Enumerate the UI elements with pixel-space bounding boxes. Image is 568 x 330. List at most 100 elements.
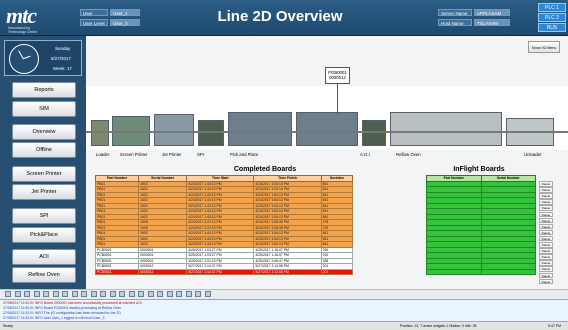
toolbar-icon[interactable]	[157, 291, 163, 297]
delete-button[interactable]: Delete	[539, 260, 553, 266]
server-name-label: Server Name	[438, 9, 472, 16]
toolbar-icon[interactable]	[5, 291, 11, 297]
nav-reflow-oven-button[interactable]: Reflow Oven	[12, 267, 76, 283]
delete-button[interactable]: Delete	[539, 223, 553, 230]
delete-button[interactable]: Delete	[539, 193, 553, 199]
toolbar-icon[interactable]	[100, 291, 106, 297]
delete-button[interactable]: Delete	[539, 229, 553, 236]
delete-button[interactable]: Delete	[539, 254, 553, 260]
log-row: 27/05/2017 11:52:01 INFO User User_1 log…	[3, 316, 105, 320]
delete-button[interactable]: Delete	[539, 278, 553, 285]
toolbar-icon[interactable]	[33, 291, 40, 297]
table-cell	[426, 268, 482, 275]
log-row: 27/05/2017 11:52:01 INFO Board PCB0001 s…	[3, 306, 122, 310]
status-bar: Ready Position: 12, 7 active widgets 1 H…	[0, 321, 568, 329]
nav-aoi-button[interactable]: AOI	[12, 249, 76, 265]
jet-printer-machine[interactable]	[154, 114, 194, 146]
toolbar-icon[interactable]	[185, 291, 192, 297]
machine-label-spi: SPI	[197, 152, 204, 157]
nav-reports-button[interactable]: Reports	[12, 82, 76, 98]
toolbar-icon[interactable]	[195, 291, 201, 297]
reflow-oven-machine[interactable]	[390, 112, 502, 146]
nav-sim-button[interactable]: SIM	[12, 101, 76, 117]
clock-icon	[9, 44, 39, 74]
loader-machine[interactable]	[91, 120, 109, 146]
host-name-label: Host Name	[438, 19, 472, 26]
toolbar-icon[interactable]	[176, 291, 182, 297]
toolbar-icon[interactable]	[71, 291, 78, 297]
nav-spi-button[interactable]: SPI	[12, 208, 76, 224]
pick-and-place-machine[interactable]	[228, 112, 292, 146]
machine-label-aoi: A.O.I	[360, 152, 370, 157]
toolbar-icon[interactable]	[24, 291, 30, 297]
callout-pointer	[337, 84, 338, 114]
show-io-menu-button[interactable]: Show I/O Menu	[528, 41, 560, 53]
machine-label-loader: Loader	[96, 152, 110, 157]
delete-button[interactable]: Delete	[539, 211, 553, 217]
table-cell	[480, 268, 536, 275]
conveyor-line	[86, 131, 568, 133]
clock-panel: Sunday 5/27/2017 Week: 17	[4, 40, 82, 76]
user-level-value: User_3	[110, 19, 140, 26]
page-title: Line 2D Overview	[217, 8, 343, 25]
nav-offline-button[interactable]: Offline	[12, 142, 76, 158]
inflight-boards-title: InFlight Boards	[453, 166, 505, 173]
table-row[interactable]: PCB0001 0000012 5/27/2017 2:10:37 PM 5/27/2…	[94, 268, 354, 275]
table-cell: 201	[320, 268, 354, 275]
machine-label-jet-printer: Jet Printer	[162, 152, 182, 157]
delete-button[interactable]: Delete	[539, 187, 553, 193]
machine-label-pick-and-place: Pick and Place	[230, 152, 259, 157]
toolbar-icon[interactable]	[166, 291, 173, 297]
toolbar-icon[interactable]	[14, 291, 21, 297]
table-cell: 5/27/2017 2:13:58 PM	[253, 268, 322, 275]
delete-button[interactable]: Delete	[539, 205, 553, 211]
bus-indicator: BUS	[538, 23, 566, 32]
toolbar-icon[interactable]	[90, 291, 97, 297]
toolbar-icon[interactable]	[109, 291, 116, 297]
table-cell: 5/27/2017 2:10:37 PM	[186, 268, 255, 275]
delete-button[interactable]: Delete	[539, 266, 553, 272]
host-name-value: TSLASAM	[474, 19, 510, 26]
log-row: 27/05/2017 11:52:01 INFO The I/O configu…	[3, 311, 121, 315]
toolbar-icon[interactable]	[43, 291, 49, 297]
user-name-label: User Name	[80, 9, 108, 23]
toolbar-icon[interactable]	[52, 291, 59, 297]
logo-subtitle: Manufacturing Technology Centre	[8, 26, 38, 34]
inflight-row[interactable]	[426, 268, 536, 275]
nav-pick-place-button[interactable]: Pick&Place	[12, 227, 76, 243]
user-name-value: User_1	[110, 9, 140, 16]
toolbar-icon[interactable]	[81, 291, 87, 297]
clock-date: 5/27/2017	[51, 56, 72, 61]
inflight-boards-table: Part Number Serial Number	[426, 175, 536, 275]
clock-day: Sunday	[55, 46, 71, 51]
board-callout: PGB0001 0000012	[325, 67, 350, 84]
nav-jet-printer-button[interactable]: Jet Printer	[12, 184, 76, 200]
toolbar-icon[interactable]	[119, 291, 125, 297]
spi-machine[interactable]	[198, 120, 224, 146]
toolbar-icon[interactable]	[62, 291, 68, 297]
aoi-machine[interactable]	[362, 120, 386, 146]
table-cell: 0000012	[138, 268, 188, 275]
server-name-value: APPLASAM	[474, 9, 510, 16]
delete-button[interactable]: Delete	[539, 217, 553, 224]
machine-label-unloader: Unloader	[524, 152, 542, 157]
delete-button[interactable]: Delete	[539, 272, 553, 278]
completed-boards-title: Completed Boards	[233, 166, 297, 173]
toolbar-icon[interactable]	[147, 291, 154, 297]
delete-button[interactable]: Delete	[539, 235, 553, 242]
toolbar-icon[interactable]	[128, 291, 135, 297]
plc-2-indicator: PLC 2	[538, 13, 566, 22]
machine-label-reflow-oven: Reflow Oven	[396, 152, 421, 157]
delete-button[interactable]: Delete	[539, 181, 553, 187]
delete-button[interactable]: Delete	[539, 248, 553, 254]
pick-and-place-2-machine[interactable]	[296, 112, 358, 146]
plc-1-indicator: PLC 1	[538, 3, 566, 12]
toolbar-icon[interactable]	[138, 291, 144, 297]
delete-button[interactable]: Delete	[539, 199, 553, 205]
toolbar-icon[interactable]	[204, 291, 211, 297]
nav-overview-button[interactable]: Overview	[12, 124, 76, 140]
nav-screen-printer-button[interactable]: Screen Printer	[12, 166, 76, 182]
user-level-label: User Level	[80, 19, 108, 26]
delete-button[interactable]: Delete	[539, 242, 553, 248]
log-row: 27/05/2017 11:52:01 INFO Board 0000001 h…	[3, 301, 142, 305]
